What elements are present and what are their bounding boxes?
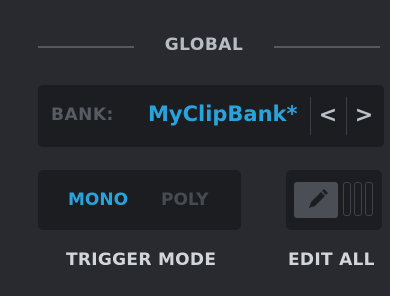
mode-mono-option[interactable]: MONO: [68, 190, 128, 210]
bank-label: BANK:: [51, 105, 114, 125]
header-rule-left: [38, 46, 134, 48]
mode-poly-option[interactable]: POLY: [161, 190, 208, 210]
chevron-left-icon: <: [318, 103, 338, 128]
header-rule-right: [274, 46, 380, 48]
section-title: GLOBAL: [164, 35, 244, 55]
prev-bank-button[interactable]: <: [314, 99, 342, 133]
next-bank-button[interactable]: >: [350, 99, 378, 133]
edit-slot-bar: [365, 182, 373, 216]
edit-all-button[interactable]: [294, 182, 338, 218]
edit-all-control: [286, 170, 382, 230]
edit-slot-bar: [343, 182, 351, 216]
trigger-mode-label: TRIGGER MODE: [66, 250, 217, 270]
chevron-right-icon: >: [354, 103, 374, 128]
global-panel: GLOBAL BANK: MyClipBank* < > MONO POLY T…: [0, 0, 390, 296]
bank-selector: BANK: MyClipBank* < >: [38, 85, 384, 147]
pencil-icon: [309, 189, 328, 208]
bank-divider: [310, 97, 311, 135]
section-header: GLOBAL: [38, 34, 380, 58]
bank-divider: [346, 97, 347, 135]
trigger-mode-toggle: MONO POLY: [38, 170, 241, 230]
bank-name[interactable]: MyClipBank*: [148, 102, 298, 126]
edit-all-label: EDIT ALL: [288, 250, 375, 270]
edit-slot-bar: [354, 182, 362, 216]
